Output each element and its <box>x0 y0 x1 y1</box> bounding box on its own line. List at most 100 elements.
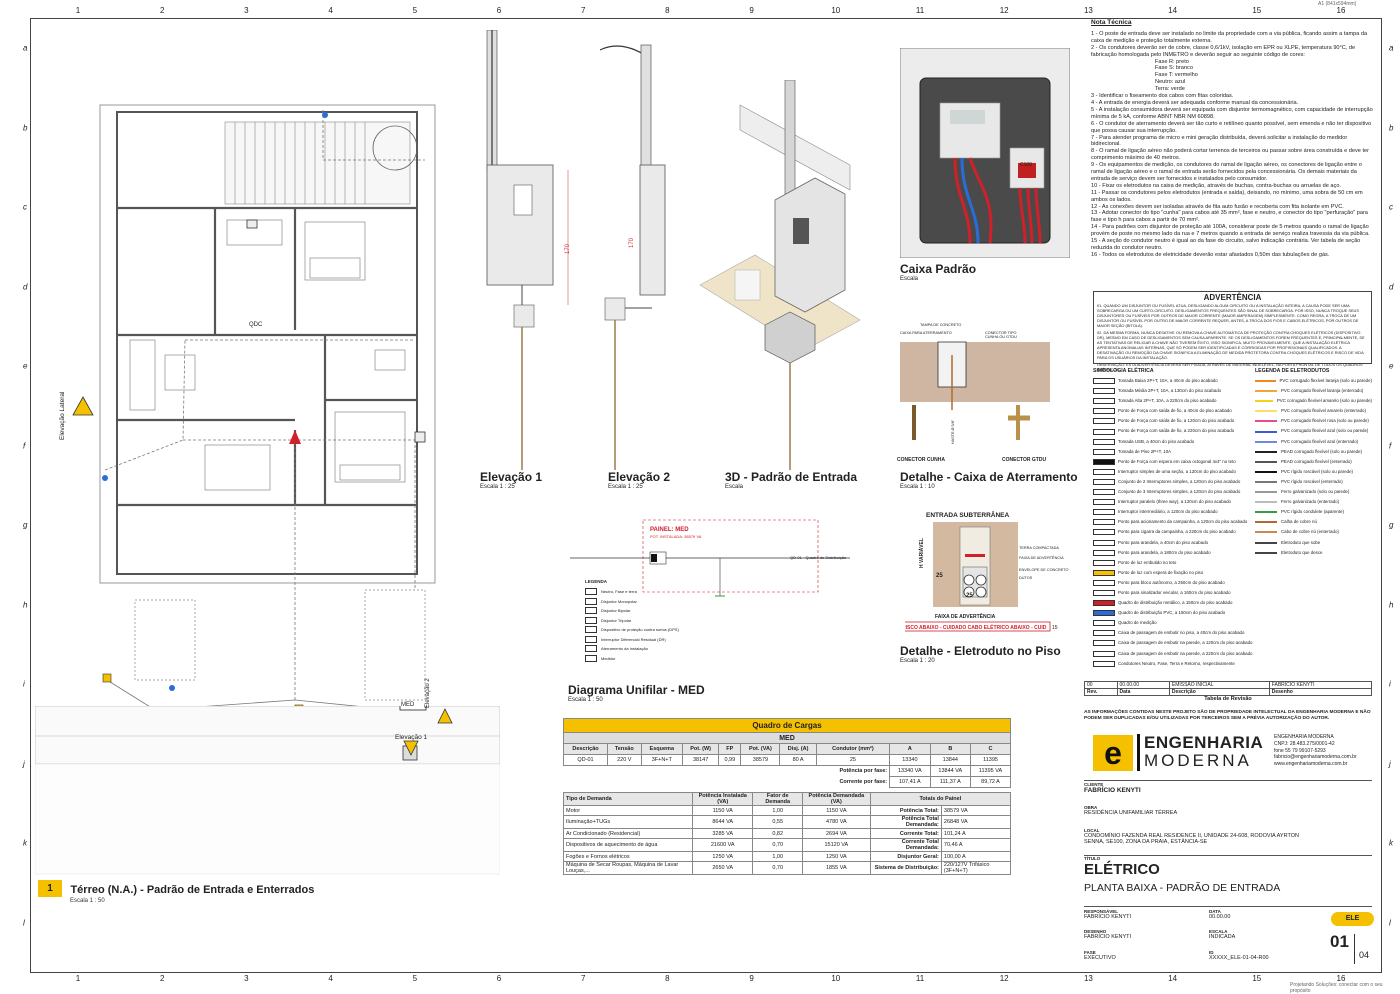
conduit-legend-label: PVC corrugado flexível azul (solo ou par… <box>1281 428 1369 434</box>
conduit-line-icon <box>1255 491 1277 494</box>
symbol-legend-label: Ponto de Força com saída de fio, a 220cm… <box>1118 428 1235 434</box>
legend-label: Disjuntor Tripolar <box>601 617 632 623</box>
conduit-line-icon <box>1255 430 1277 433</box>
demand-header-cell: Fator de Demanda <box>752 792 803 806</box>
symbol-legend-row: Ponto para sinalizador veicular, a 160cm… <box>1093 588 1253 598</box>
electrical-symbol-icon <box>1093 549 1115 556</box>
load-table-header-cell: Descrição <box>562 743 609 755</box>
plan-scale: Escala 1 : 50 <box>70 898 105 904</box>
notes-heading: Nota Técnica <box>1091 19 1132 26</box>
symbol-legend-row: Tomada Alta 2P+T, 10A, a 220cm do piso a… <box>1093 396 1253 406</box>
date-field: DATA 00.00.00 <box>1209 909 1309 920</box>
note-line: 2 - Os condutores deverão ser de cobre, … <box>1091 44 1356 58</box>
conduit-legend-row: PVC rígido condulete (aparente) <box>1255 507 1372 517</box>
note-line: 5 - A instalação consumidora deverá ser … <box>1091 106 1373 120</box>
demand-cell: Máquina de Secar Roupas, Máquina de Lava… <box>562 861 694 875</box>
ruler-number: 14 <box>1168 6 1178 15</box>
demand-cell: 15120 VA <box>802 838 871 852</box>
page-total: 04 <box>1359 950 1370 960</box>
table-row: QD-01 220 V 3F+N+T 38147 0,99 38579 80 A 25 1334… <box>562 754 1011 766</box>
ruler-number: 11 <box>915 974 925 983</box>
svg-text:e: e <box>1104 735 1122 771</box>
symbol-legend-label: Quadro de distribuição PVC, a 150cm do p… <box>1118 610 1226 616</box>
ruler-number: 8 <box>665 974 670 983</box>
ruler-number: 2 <box>159 6 165 15</box>
demand-cell: Fogões e Fornos elétricos <box>562 851 694 862</box>
ruler-letter: b <box>23 123 28 132</box>
ruler-letter: a <box>23 43 28 53</box>
note-line: 14 - Para padrões com disjuntor de prote… <box>1091 224 1370 238</box>
ruler-letter: l <box>23 918 25 927</box>
demand-cell: 1250 VA <box>692 851 754 862</box>
ruler-number: 15 <box>1252 6 1262 15</box>
conduit-line-icon <box>1255 410 1277 413</box>
unifilar-legend-item: Medidor <box>585 654 679 664</box>
symbol-legend-label: Caixa de passagem de embutir no piso, a … <box>1118 630 1245 636</box>
revision-title: Tabela de Revisão <box>1204 696 1252 702</box>
logo-text-1: ENGENHARIA <box>1144 733 1264 752</box>
pot-fase-a: 13340 VA <box>889 765 931 777</box>
electrical-symbol-icon <box>1093 458 1115 465</box>
local-value: CONDOMÍNIO FAZENDA REAL RESIDENCE II, UN… <box>1084 833 1299 845</box>
unifilar-title-block: Diagrama Unifilar - MED Escala 1 : 50 <box>568 683 705 703</box>
ruler-number: 1 <box>75 974 81 983</box>
conduit-legend-row: Cabo de cobre nú (enterrado) <box>1255 527 1372 537</box>
symbol-legend-label: Tomada Baixa 2P+T, 10A, a 40cm do piso a… <box>1118 378 1218 383</box>
ruler-letter: g <box>1389 520 1394 530</box>
symbol-legend-label: Quadro de medição <box>1118 620 1157 626</box>
symbol-legend-label: Tomada USB, a 40cm do piso acabado <box>1118 438 1195 444</box>
electrical-symbol-icon <box>1093 499 1115 506</box>
ruler-number: 8 <box>665 6 670 15</box>
demand-cell: Potência Total: <box>869 805 942 816</box>
legend-symbol-icon <box>585 626 597 634</box>
ruler-letter: j <box>23 759 25 768</box>
conduit-legend-row: PVC corrugado flexível laranja (solo ou … <box>1255 376 1372 386</box>
ruler-letter: c <box>1389 202 1393 212</box>
unifilar-legend-item: Disjuntor Monopolar <box>585 597 679 607</box>
conduit-legend-row: Eletroduto que desce <box>1255 548 1372 558</box>
electrical-symbol-icon <box>1093 600 1115 607</box>
load-table: Quadro de Cargas MED Descrição Tensão Esqu… <box>562 718 1011 788</box>
corr-fase-a: 107,41 A <box>889 776 931 788</box>
tb-divider <box>1084 906 1372 907</box>
conduit-line-icon <box>1255 480 1277 483</box>
ruler-right: a b c d e f g h i j k l <box>1386 18 1398 973</box>
ruler-number: 16 <box>1336 6 1346 15</box>
conduit-line-icon <box>1255 511 1277 514</box>
legend-symbol-icon <box>585 616 597 624</box>
ruler-number: 12 <box>999 974 1009 983</box>
symbol-legend-label: Condutores Neutro, Fase, Terra e Retorno… <box>1118 660 1235 666</box>
symbol-legend-row: Ponto para bloco autônomo, a 250cm do pi… <box>1093 578 1253 588</box>
symbol-legend-label: Tomada de Piso 2P+T, 10A <box>1118 448 1172 454</box>
load-table-header-cell: A <box>889 743 931 755</box>
load-table-header-cell: C <box>970 743 1011 755</box>
faixa-adv-small-label: FAIXA DE ADVERTÊNCIA <box>1019 556 1064 560</box>
warning-p1: 01. QUANDO UM DISJUNTOR OU FUSÍVEL ATUA,… <box>1097 303 1359 328</box>
3d-entry-standard-drawing <box>699 80 861 470</box>
ruler-number: 9 <box>749 6 754 15</box>
plan-title: Térreo (N.A.) - Padrão de Entrada e Ente… <box>70 884 315 896</box>
company-site[interactable]: www.engenhariamoderna.com.br <box>1274 761 1357 768</box>
title-field: TÍTULO ELÉTRICO PLANTA BAIXA - PADRÃO DE… <box>1084 855 1372 894</box>
pot-fase-b: 13844 VA <box>929 765 972 777</box>
legend-symbol-icon <box>585 597 597 605</box>
aterr-title-block: Detalhe - Caixa de Aterramento Escala 1 … <box>900 470 1078 490</box>
symbol-legend-label: Ponto de Força com saída de fio, a 120cm… <box>1118 418 1235 424</box>
conduit-line-icon <box>1255 501 1277 504</box>
drawing-title: ELÉTRICO <box>1084 861 1160 878</box>
conduit-legend-row: PVC corrugado flexível rosa (solo ou par… <box>1255 416 1372 426</box>
view-number-badge: 1 <box>38 880 62 898</box>
ruler-letter: d <box>1389 282 1394 291</box>
note-line: 4 - A entrada de energia deverá ser adeq… <box>1091 99 1299 106</box>
conduit-legend-row: PEAD corrugado flexível (solo ou parede) <box>1255 447 1372 457</box>
company-email[interactable]: fabricio@engenhariamoderna.com.br <box>1274 754 1357 761</box>
demand-table-header: Tipo de Demanda Potência Instalada (VA) Fa… <box>562 792 1012 806</box>
warning-p2: 02. DA MESMA FORMA, NUNCA DESATIVE OU RE… <box>1097 330 1365 360</box>
load-table-header-cell: Tensão <box>607 743 642 755</box>
conduit-line-icon <box>1255 541 1277 544</box>
electrical-symbol-icon <box>1093 569 1115 576</box>
conduit-legend-row: Eletroduto que sobe <box>1255 538 1372 548</box>
conduit-legend-label: PEAD corrugado flexível (enterrado) <box>1281 458 1352 464</box>
symbol-legend-row: Ponto de Força com saída de fio, a 40cm … <box>1093 406 1253 416</box>
conduit-line-icon <box>1255 380 1276 383</box>
